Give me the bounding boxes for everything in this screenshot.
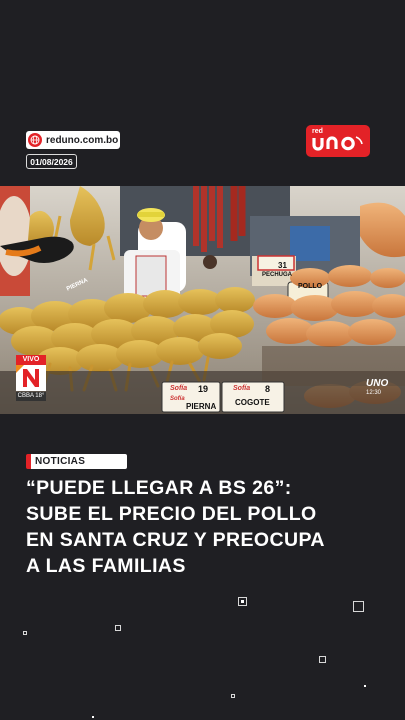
live-label: VIVO [16, 355, 46, 365]
brand-sign: Sofía [233, 385, 251, 392]
brand-sign: Sofía [170, 385, 188, 392]
red-uno-logo: red [306, 125, 370, 157]
section-label[interactable]: NOTICIAS [26, 454, 127, 469]
decorative-square-icon [353, 601, 364, 612]
decorative-dot-icon [364, 685, 366, 687]
corner-clock: 12:30 [366, 390, 382, 396]
top-bar: reduno.com.bo 01/08/2026 red [0, 0, 405, 186]
decorative-dot-icon [92, 716, 94, 718]
headline-line: “PUEDE LLEGAR A BS 26”: [26, 477, 292, 499]
price-sign-number: 31 [278, 261, 287, 270]
corner-channel-logo: UNO [366, 378, 389, 389]
site-url: reduno.com.bo [46, 134, 119, 146]
price-sign-number: 19 [198, 384, 209, 394]
headline-line: EN SANTA CRUZ Y PREOCUPA [26, 529, 325, 551]
price-sign-number: 8 [265, 384, 271, 394]
price-sign-label: PIERNA [186, 402, 217, 411]
publish-date: 01/08/2026 [26, 154, 77, 169]
live-badge: VIVO CBBA 18° [16, 355, 46, 403]
price-sign-label: POLLO [298, 283, 323, 290]
news-video-frame[interactable]: 31 PECHUGA POLLO Sofía 19 Sofía 8 COGOTE… [0, 186, 405, 414]
headline-line: A LAS FAMILIAS [26, 555, 186, 577]
decorative-square-icon [319, 656, 326, 663]
headline: “PUEDE LLEGAR A BS 26”: SUBE EL PRECIO D… [26, 475, 371, 579]
uno-wordmark-icon [312, 136, 363, 151]
headline-line: SUBE EL PRECIO DEL POLLO [26, 503, 317, 525]
decorative-square-icon [115, 625, 121, 631]
channel-n-icon [16, 365, 46, 391]
market-scene-image [0, 186, 405, 414]
globe-icon [28, 133, 42, 147]
live-city: CBBA 18° [16, 392, 46, 401]
decorative-square-icon [238, 597, 247, 606]
price-sign-label: PECHUGA [262, 272, 293, 278]
price-sign-label: COGOTE [235, 398, 270, 407]
brand-sign: Sofía [170, 396, 185, 402]
site-url-badge[interactable]: reduno.com.bo [26, 131, 120, 149]
decorative-square-icon [23, 631, 27, 635]
decorative-square-icon [231, 694, 235, 698]
